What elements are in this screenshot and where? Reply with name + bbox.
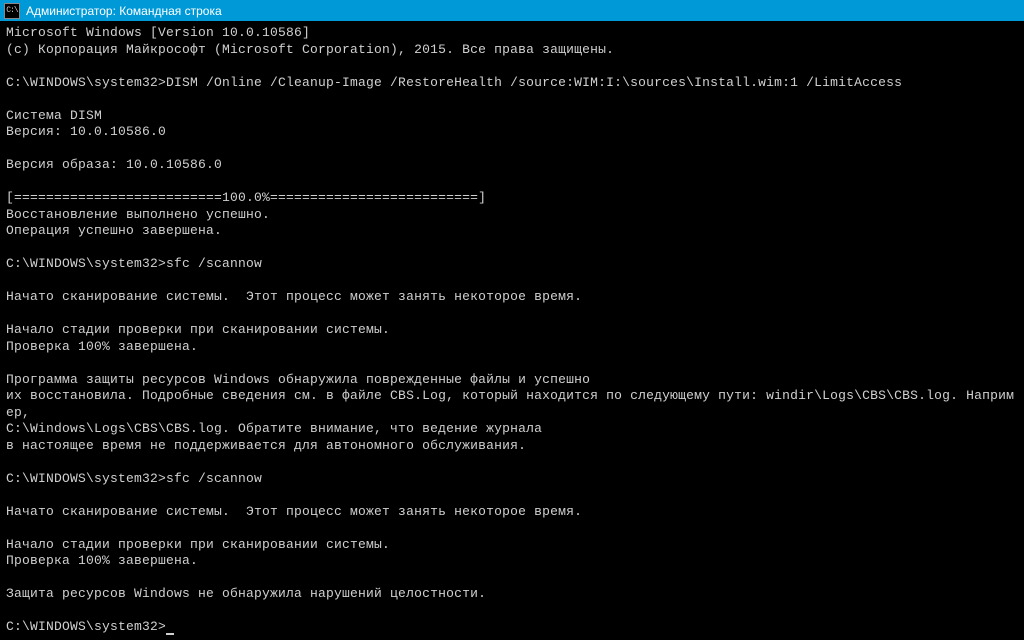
terminal-line: Проверка 100% завершена. xyxy=(6,553,1018,570)
terminal-line: их восстановила. Подробные сведения см. … xyxy=(6,388,1018,421)
terminal-line: Cистема DISM xyxy=(6,108,1018,125)
terminal-line xyxy=(6,141,1018,158)
terminal-line xyxy=(6,273,1018,290)
terminal-line: C:\WINDOWS\system32>sfc /scannow xyxy=(6,256,1018,273)
terminal-line: Операция успешно завершена. xyxy=(6,223,1018,240)
cursor xyxy=(166,633,174,635)
terminal-line: Начало стадии проверки при сканировании … xyxy=(6,537,1018,554)
titlebar[interactable]: C:\ Администратор: Командная строка xyxy=(0,0,1024,21)
terminal-line xyxy=(6,58,1018,75)
terminal-line: Начато сканирование системы. Этот процес… xyxy=(6,289,1018,306)
cmd-icon: C:\ xyxy=(4,3,20,19)
terminal-line xyxy=(6,454,1018,471)
terminal-line xyxy=(6,603,1018,620)
terminal-line xyxy=(6,306,1018,323)
terminal-line: Проверка 100% завершена. xyxy=(6,339,1018,356)
terminal-line: Версия образа: 10.0.10586.0 xyxy=(6,157,1018,174)
terminal-line xyxy=(6,355,1018,372)
terminal-prompt[interactable]: C:\WINDOWS\system32> xyxy=(6,619,1018,636)
terminal-line: Защита ресурсов Windows не обнаружила на… xyxy=(6,586,1018,603)
terminal-line xyxy=(6,240,1018,257)
terminal-line: в настоящее время не поддерживается для … xyxy=(6,438,1018,455)
prompt-text: C:\WINDOWS\system32> xyxy=(6,619,166,634)
terminal-line: Версия: 10.0.10586.0 xyxy=(6,124,1018,141)
terminal-line: Программа защиты ресурсов Windows обнару… xyxy=(6,372,1018,389)
terminal-line xyxy=(6,91,1018,108)
window-title: Администратор: Командная строка xyxy=(26,4,222,18)
terminal-line: C:\WINDOWS\system32>DISM /Online /Cleanu… xyxy=(6,75,1018,92)
terminal-line: [==========================100.0%=======… xyxy=(6,190,1018,207)
terminal-line: Начато сканирование системы. Этот процес… xyxy=(6,504,1018,521)
terminal-line xyxy=(6,487,1018,504)
terminal-line xyxy=(6,520,1018,537)
terminal-line xyxy=(6,174,1018,191)
terminal-line: (c) Корпорация Майкрософт (Microsoft Cor… xyxy=(6,42,1018,59)
terminal-output[interactable]: Microsoft Windows [Version 10.0.10586](c… xyxy=(0,21,1024,640)
terminal-line: Microsoft Windows [Version 10.0.10586] xyxy=(6,25,1018,42)
terminal-line: C:\Windows\Logs\CBS\CBS.log. Обратите вн… xyxy=(6,421,1018,438)
terminal-line: Начало стадии проверки при сканировании … xyxy=(6,322,1018,339)
terminal-line: Восстановление выполнено успешно. xyxy=(6,207,1018,224)
terminal-line: C:\WINDOWS\system32>sfc /scannow xyxy=(6,471,1018,488)
